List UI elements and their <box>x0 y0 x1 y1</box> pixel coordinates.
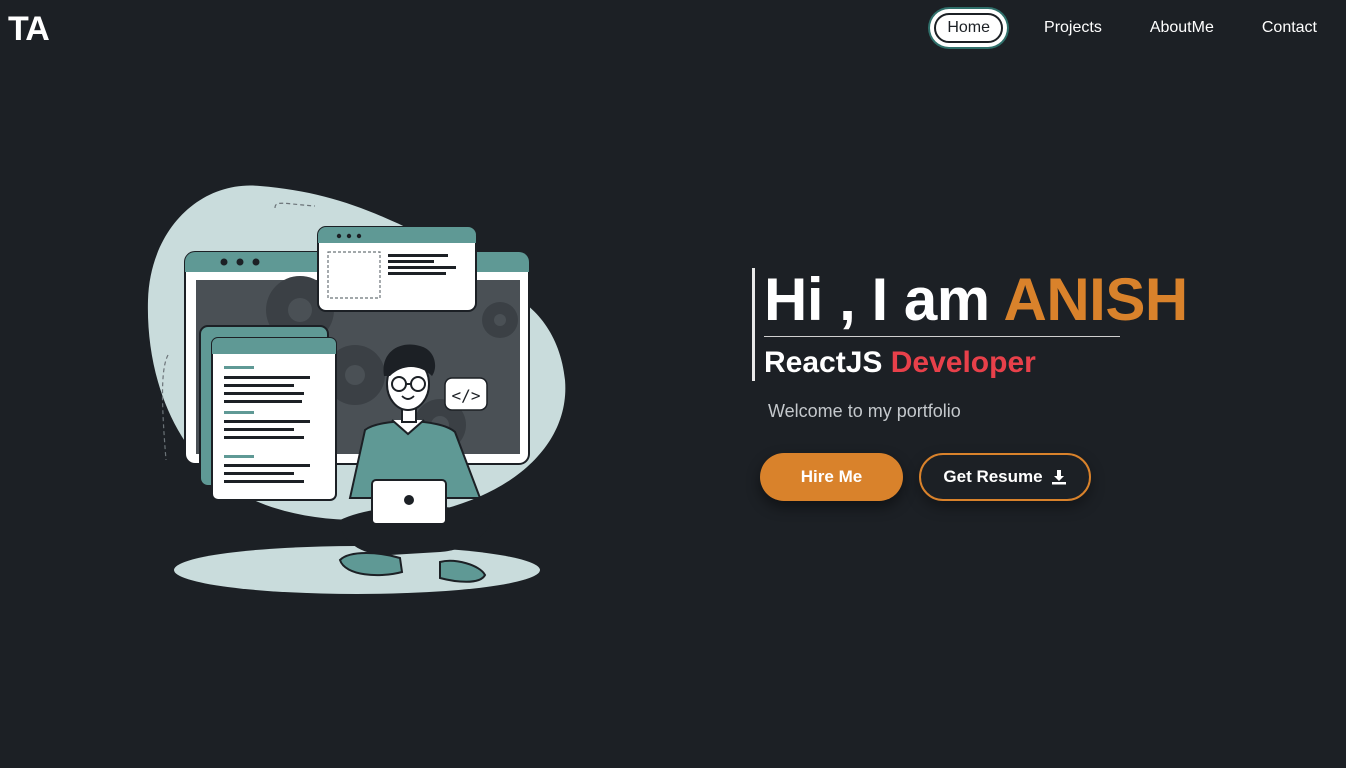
hire-me-button[interactable]: Hire Me <box>760 453 903 501</box>
nav-aboutme[interactable]: AboutMe <box>1135 11 1229 45</box>
developer-illustration: </> <box>140 180 580 600</box>
hero-actions: Hire Me Get Resume <box>760 453 1091 501</box>
hero-role-prefix: ReactJS <box>764 346 891 379</box>
hero-headline: Hi , I am ANISH <box>764 268 1272 332</box>
get-resume-button[interactable]: Get Resume <box>919 453 1091 501</box>
nav-home[interactable]: Home <box>932 11 1006 45</box>
hero-greeting: Hi , I am <box>764 266 1004 333</box>
get-resume-label: Get Resume <box>943 467 1043 486</box>
nav-contact[interactable]: Contact <box>1247 11 1332 45</box>
download-icon <box>1051 469 1067 485</box>
hero-accent-bar <box>752 268 755 381</box>
hero-divider <box>764 336 1120 337</box>
nav-projects[interactable]: Projects <box>1029 11 1117 45</box>
site-logo[interactable]: TA <box>8 10 50 49</box>
hire-me-label: Hire Me <box>800 467 863 486</box>
main-nav: Home Projects AboutMe Contact <box>932 9 1346 47</box>
hero-section: Hi , I am ANISH ReactJS Developer Welcom… <box>752 268 1272 422</box>
hero-role-accent: Developer <box>890 346 1036 379</box>
hero-role: ReactJS Developer <box>764 345 1272 381</box>
code-tag-text: </> <box>452 386 481 405</box>
developer-illustration-svg: </> <box>147 185 566 594</box>
hero-welcome: Welcome to my portfolio <box>768 401 961 421</box>
hero-name: ANISH <box>1003 266 1189 333</box>
